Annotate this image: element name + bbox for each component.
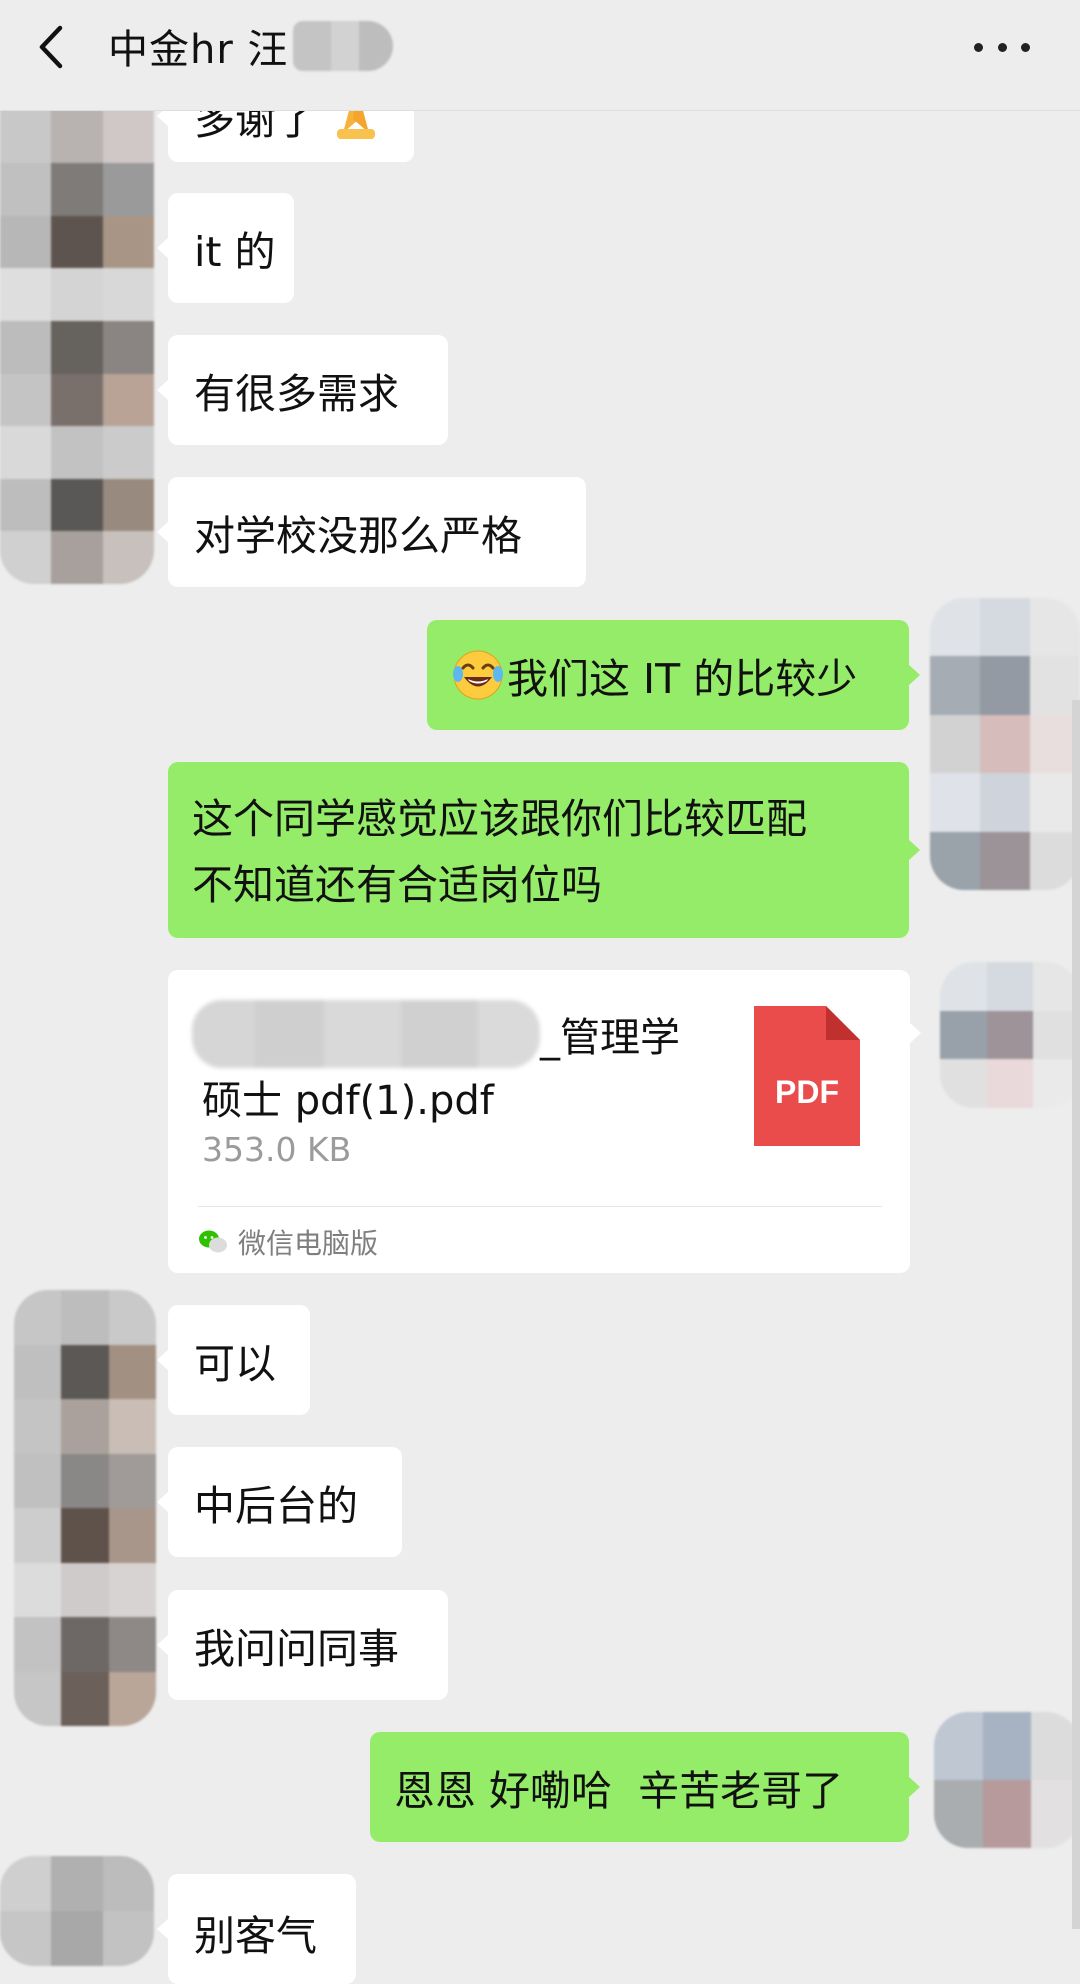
- message-bubble[interactable]: 可以: [157, 1305, 310, 1415]
- message-text-line: 不知道还有合适岗位吗: [192, 861, 602, 909]
- self-avatar[interactable]: [940, 962, 1080, 1108]
- file-source-label: 微信电脑版: [238, 1227, 379, 1260]
- wechat-icon: [199, 1230, 227, 1253]
- message-bubble[interactable]: 我问问同事: [157, 1590, 448, 1700]
- redacted-title: [292, 21, 393, 71]
- ellipsis-icon: [1021, 42, 1030, 52]
- self-avatar[interactable]: [930, 598, 1080, 890]
- contact-avatar[interactable]: [0, 58, 154, 584]
- pdf-file-icon: PDF: [754, 1006, 860, 1146]
- contact-avatar[interactable]: [0, 1856, 154, 1966]
- pdf-type-label: PDF: [775, 1074, 839, 1110]
- file-message-card[interactable]: _管理学 硕士 pdf(1).pdf 353.0 KB PDF 微信电脑版: [168, 970, 921, 1273]
- file-card-divider: [198, 1206, 882, 1207]
- message-bubble[interactable]: 中后台的: [157, 1447, 402, 1557]
- message-bubble[interactable]: 有很多需求: [157, 335, 448, 445]
- message-text: 别客气: [194, 1912, 317, 1960]
- tears-of-joy-emoji-icon: [453, 650, 503, 700]
- message-text: 我问问同事: [194, 1625, 399, 1673]
- chat-header: 中金hr 汪: [0, 0, 1080, 111]
- more-button[interactable]: [974, 38, 1030, 56]
- page-title: 中金hr 汪: [108, 27, 289, 73]
- message-text: 恩恩 好嘞哈 辛苦老哥了: [394, 1767, 844, 1815]
- message-bubble[interactable]: 别客气: [157, 1874, 356, 1984]
- ellipsis-icon: [997, 42, 1007, 52]
- file-name-line-2: 硕士 pdf(1).pdf: [202, 1078, 494, 1124]
- message-text: 对学校没那么严格: [194, 512, 522, 560]
- back-button[interactable]: [30, 22, 74, 72]
- message-text: 中后台的: [194, 1482, 358, 1530]
- header-title-area: 中金hr 汪: [108, 18, 393, 74]
- message-text: it 的: [194, 228, 276, 276]
- scrollbar[interactable]: [1072, 700, 1080, 1929]
- message-bubble[interactable]: 对学校没那么严格: [157, 477, 586, 587]
- self-avatar[interactable]: [934, 1712, 1080, 1848]
- message-bubble[interactable]: 这个同学感觉应该跟你们比较匹配 不知道还有合适岗位吗: [168, 762, 920, 938]
- message-text: 可以: [194, 1340, 276, 1388]
- chevron-left-icon: [39, 25, 63, 69]
- message-bubble[interactable]: 我们这 IT 的比较少: [427, 620, 920, 730]
- contact-avatar[interactable]: [14, 1290, 156, 1726]
- message-text: 有很多需求: [194, 370, 399, 418]
- redacted-name: [192, 1000, 540, 1068]
- file-name-suffix: _管理学: [540, 1015, 680, 1061]
- message-bubble[interactable]: 恩恩 好嘞哈 辛苦老哥了: [370, 1732, 920, 1842]
- file-name: _管理学: [192, 1000, 680, 1068]
- ellipsis-icon: [974, 42, 983, 52]
- file-size: 353.0 KB: [202, 1130, 352, 1169]
- message-text-line: 这个同学感觉应该跟你们比较匹配: [192, 795, 807, 843]
- message-text: 我们这 IT 的比较少: [507, 655, 858, 703]
- chat-area: 多谢了 it 的 有很多需求 对学校没那么严格 我们这 IT 的比较少 这个同学…: [0, 0, 1080, 1984]
- message-bubble[interactable]: it 的: [157, 193, 294, 303]
- file-source: 微信电脑版: [198, 1222, 378, 1262]
